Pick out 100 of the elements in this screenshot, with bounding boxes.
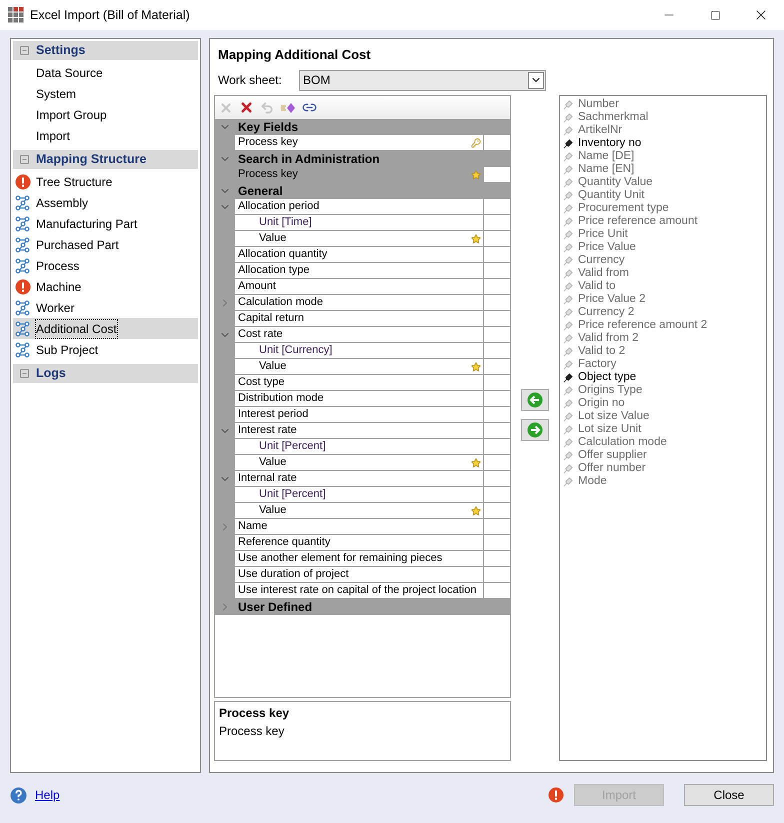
column-item[interactable]: Calculation mode [560, 436, 766, 449]
column-item[interactable]: Sachmerkmal [560, 111, 766, 124]
worksheet-dropdown[interactable]: BOM [299, 70, 546, 90]
column-item[interactable]: Object type [560, 371, 766, 384]
column-item[interactable]: Price Unit [560, 228, 766, 241]
column-item[interactable]: ArtikelNr [560, 124, 766, 137]
column-item[interactable]: Origin no [560, 397, 766, 410]
plug-icon [563, 281, 574, 292]
worksheet-label: Work sheet: [218, 72, 283, 89]
column-item[interactable]: Valid from [560, 267, 766, 280]
arrow-left-icon [527, 392, 543, 408]
nav-item[interactable]: Tree Structure [13, 171, 198, 192]
property-name-cell[interactable]: Allocation period [235, 199, 484, 214]
star-icon [471, 362, 481, 372]
column-item[interactable]: Quantity Value [560, 176, 766, 189]
nav-item[interactable]: Import Group [13, 104, 198, 125]
nav-item[interactable]: Sub Project [13, 339, 198, 360]
group-header[interactable]: Search in Administration [215, 151, 510, 167]
section-header[interactable]: Mapping Structure [13, 150, 198, 169]
property-name-cell[interactable]: Amount [235, 279, 484, 294]
plug-icon [563, 138, 574, 149]
plug-icon [563, 255, 574, 266]
column-item[interactable]: Valid to 2 [560, 345, 766, 358]
nav-item[interactable]: Additional Cost [13, 318, 198, 339]
column-item[interactable]: Offer number [560, 462, 766, 475]
star-icon [471, 458, 481, 468]
column-item[interactable]: Price Value [560, 241, 766, 254]
nav-item[interactable]: Data Source [13, 62, 198, 83]
error-icon [15, 174, 31, 190]
column-item[interactable]: Lot size Unit [560, 423, 766, 436]
nav-item[interactable]: Process [13, 255, 198, 276]
delete-all-icon[interactable] [239, 100, 254, 115]
collapse-icon[interactable] [19, 154, 30, 165]
group-header[interactable]: Key Fields [215, 119, 510, 135]
column-item[interactable]: Quantity Unit [560, 189, 766, 202]
network-icon [15, 342, 31, 358]
column-item[interactable]: Currency 2 [560, 306, 766, 319]
network-icon [15, 320, 31, 336]
section-header[interactable]: Settings [13, 41, 198, 60]
plug-icon [563, 125, 574, 136]
property-name-cell[interactable]: Process key [215, 167, 484, 182]
app-icon [8, 7, 24, 23]
column-item[interactable]: Name [DE] [560, 150, 766, 163]
column-item[interactable]: Name [EN] [560, 163, 766, 176]
section-title: Logs [36, 365, 66, 382]
section-title: Mapping Structure [36, 151, 146, 168]
plug-icon [563, 320, 574, 331]
column-item[interactable]: Inventory no [560, 137, 766, 150]
plug-icon [563, 333, 574, 344]
move-right-button[interactable] [521, 419, 549, 441]
network-icon [15, 216, 31, 232]
column-item[interactable]: Price Value 2 [560, 293, 766, 306]
gem-list-icon[interactable] [280, 102, 296, 114]
network-icon [15, 300, 31, 316]
column-item[interactable]: Procurement type [560, 202, 766, 215]
column-item[interactable]: Price reference amount [560, 215, 766, 228]
plug-icon [563, 151, 574, 162]
nav-item[interactable]: Manufacturing Part [13, 213, 198, 234]
column-item[interactable]: Factory [560, 358, 766, 371]
collapse-icon[interactable] [19, 368, 30, 379]
maximize-icon[interactable] [710, 10, 720, 20]
plug-icon [563, 398, 574, 409]
close-dialog-button[interactable]: Close [684, 784, 774, 806]
property-name-cell[interactable]: Allocation type [235, 263, 484, 278]
plug-icon [563, 112, 574, 123]
group-header[interactable]: User Defined [215, 599, 510, 615]
move-left-button[interactable] [521, 389, 549, 411]
nav-item[interactable]: Assembly [13, 192, 198, 213]
column-item[interactable]: Mode [560, 475, 766, 488]
plug-icon [563, 385, 574, 396]
column-item[interactable]: Origins Type [560, 384, 766, 397]
help-icon[interactable] [10, 786, 27, 804]
nav-item[interactable]: Worker [13, 297, 198, 318]
help-link[interactable]: Help [35, 786, 60, 804]
column-item[interactable]: Lot size Value [560, 410, 766, 423]
column-item[interactable]: Offer supplier [560, 449, 766, 462]
column-item[interactable]: Price reference amount 2 [560, 319, 766, 332]
plug-icon [563, 268, 574, 279]
column-item[interactable]: Currency [560, 254, 766, 267]
plug-icon [563, 463, 574, 474]
error-icon [15, 278, 31, 294]
network-icon [15, 194, 31, 210]
arrow-right-icon [527, 422, 543, 438]
column-item[interactable]: Number [560, 98, 766, 111]
nav-item[interactable]: System [13, 83, 198, 104]
plug-icon [563, 190, 574, 201]
column-item[interactable]: Valid from 2 [560, 332, 766, 345]
column-item[interactable]: Valid to [560, 280, 766, 293]
group-header[interactable]: General [215, 183, 510, 199]
network-icon [15, 236, 31, 252]
plug-icon [563, 450, 574, 461]
nav-item[interactable]: Machine [13, 276, 198, 297]
nav-item[interactable]: Purchased Part [13, 234, 198, 255]
plug-icon [563, 177, 574, 188]
plug-icon [563, 437, 574, 448]
section-header[interactable]: Logs [13, 364, 198, 383]
description-text: Process key [219, 723, 286, 740]
collapse-icon[interactable] [19, 45, 30, 56]
nav-item[interactable]: Import [13, 125, 198, 146]
property-name-cell[interactable]: Allocation quantity [235, 247, 484, 262]
